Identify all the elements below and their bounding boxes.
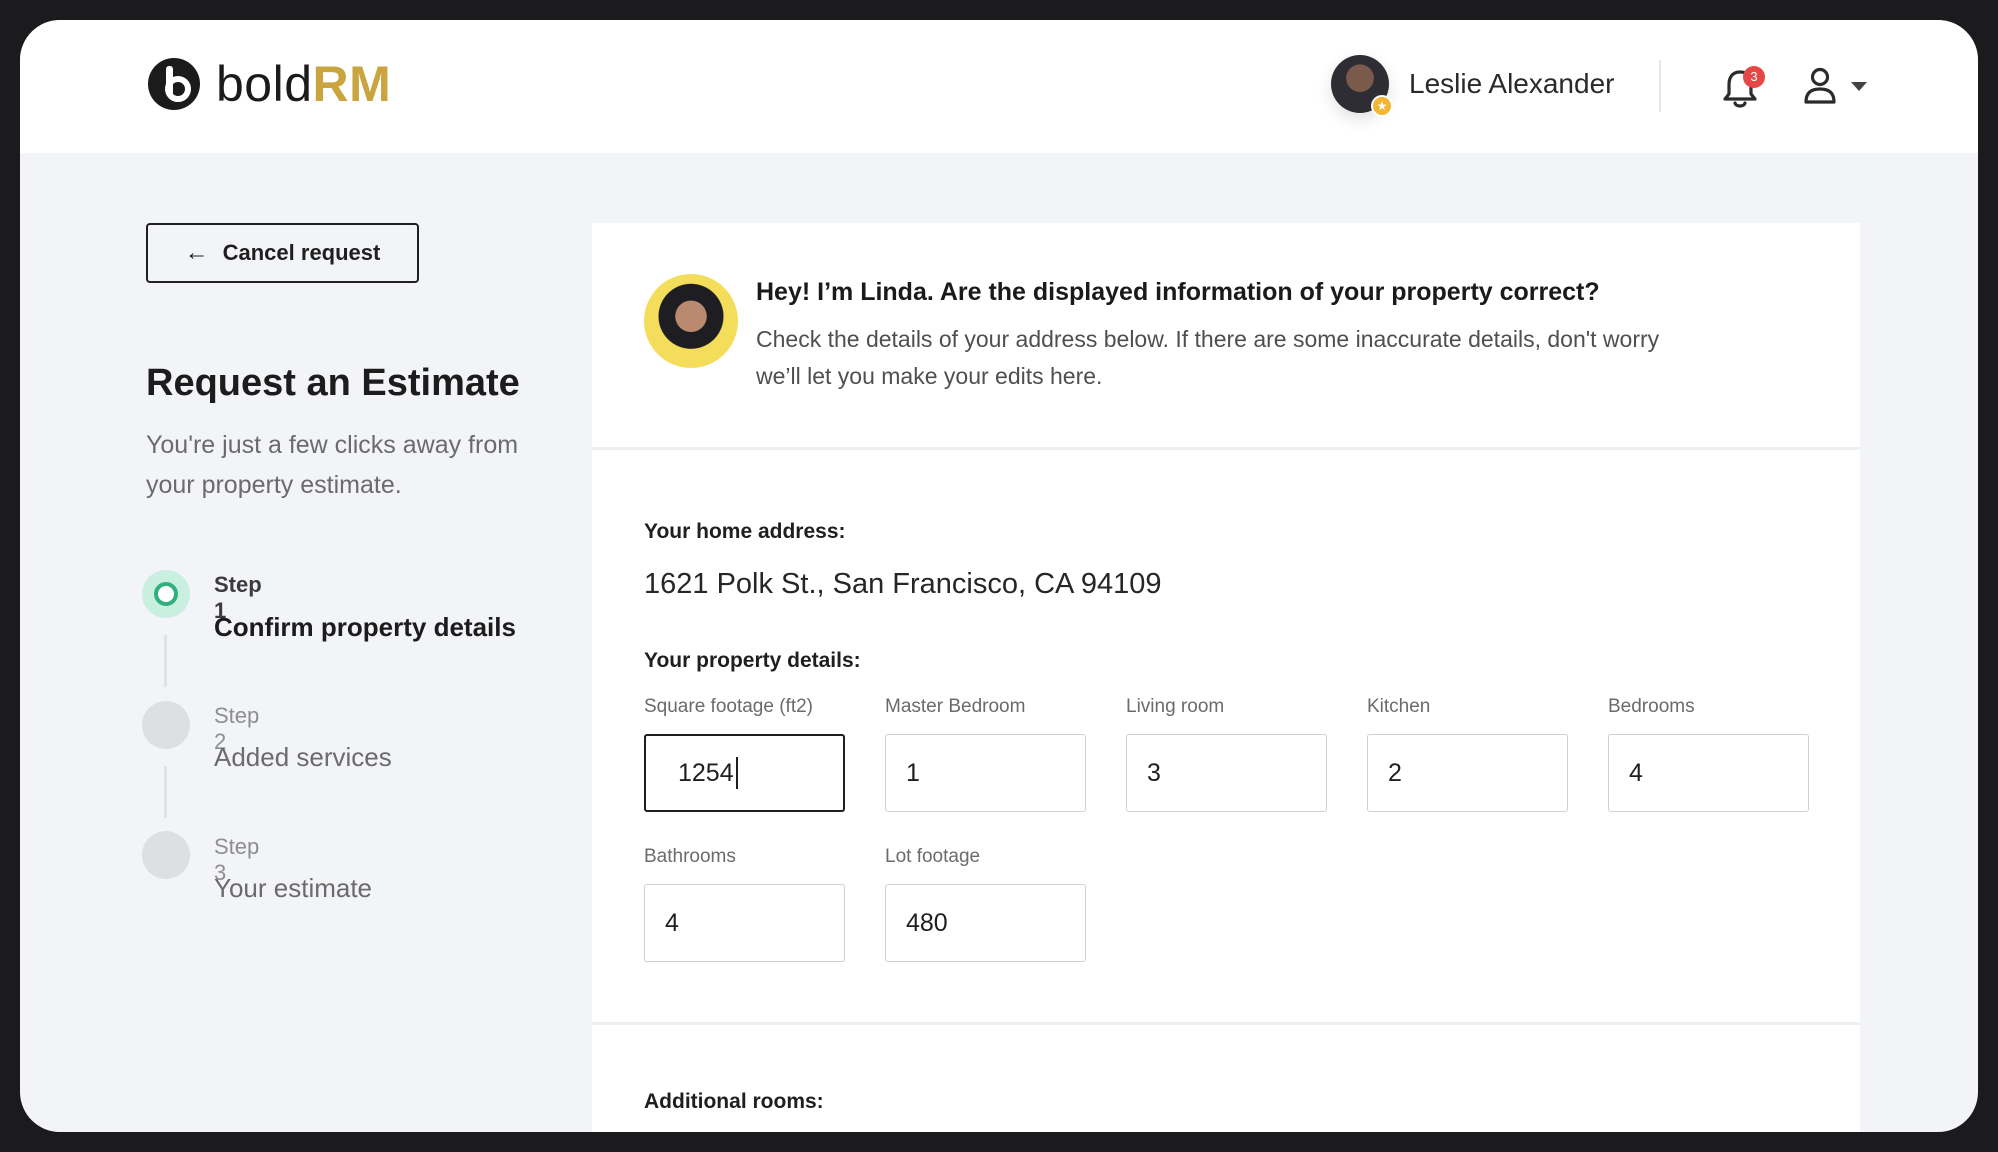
brand-name-accent: RM xyxy=(312,56,392,112)
step-2-title: Added services xyxy=(214,742,392,772)
user-icon[interactable] xyxy=(1802,66,1838,106)
bedrooms-input[interactable]: 4 xyxy=(1608,734,1809,812)
bathrooms-value: 4 xyxy=(665,908,679,937)
brand-logo[interactable]: boldRM xyxy=(146,55,391,113)
living-room-input[interactable]: 3 xyxy=(1126,734,1327,812)
brand-name: boldRM xyxy=(216,55,391,113)
logo-mark-icon xyxy=(148,58,200,110)
step-connector xyxy=(164,766,167,818)
chevron-down-icon[interactable] xyxy=(1851,82,1867,91)
bedrooms-value: 4 xyxy=(1629,758,1643,787)
step-1-title: Confirm property details xyxy=(214,612,516,642)
step-connector xyxy=(164,635,167,687)
property-card: Hey! I’m Linda. Are the displayed inform… xyxy=(592,223,1860,1132)
lot-footage-input[interactable]: 480 xyxy=(885,884,1086,962)
page-subtitle: You're just a few clicks away from your … xyxy=(146,431,519,499)
field-label-bathrooms: Bathrooms xyxy=(644,846,736,867)
assistant-message-title: Hey! I’m Linda. Are the displayed inform… xyxy=(756,278,1600,306)
square-footage-value: 1254 xyxy=(678,758,734,787)
cancel-request-label: Cancel request xyxy=(222,240,381,265)
field-label-kitchen: Kitchen xyxy=(1367,696,1431,717)
field-label-square-footage: Square footage (ft2) xyxy=(644,696,813,717)
master-bedroom-value: 1 xyxy=(906,758,920,787)
step-3-title: Your estimate xyxy=(214,873,373,903)
master-bedroom-input[interactable]: 1 xyxy=(885,734,1086,812)
avatar[interactable]: ★ xyxy=(1331,55,1393,117)
bathrooms-input[interactable]: 4 xyxy=(644,884,845,962)
header-divider xyxy=(1659,60,1661,112)
field-label-living-room: Living room xyxy=(1126,696,1225,717)
page-title: Request an Estimate xyxy=(146,362,520,404)
assistant-avatar xyxy=(644,274,738,368)
top-header: boldRM ★ Leslie Alexander 3 xyxy=(20,20,1978,153)
home-address: 1621 Polk St., San Francisco, CA 94109 xyxy=(644,568,1162,600)
lot-footage-value: 480 xyxy=(906,908,948,937)
address-label: Your home address: xyxy=(644,520,846,543)
field-label-master-bedroom: Master Bedroom xyxy=(885,696,1026,717)
user-menu[interactable]: ★ Leslie Alexander xyxy=(1331,55,1615,117)
text-cursor xyxy=(735,757,738,789)
square-footage-input[interactable]: 1254 xyxy=(644,734,845,812)
step-1-indicator xyxy=(142,570,190,618)
assistant-message: Hey! I’m Linda. Are the displayed inform… xyxy=(592,223,1860,450)
section-divider xyxy=(592,1022,1860,1025)
additional-rooms-label: Additional rooms: xyxy=(644,1090,824,1113)
step-3-indicator xyxy=(142,831,190,879)
field-label-bedrooms: Bedrooms xyxy=(1608,696,1695,717)
kitchen-input[interactable]: 2 xyxy=(1367,734,1568,812)
star-badge-icon: ★ xyxy=(1371,95,1393,117)
app-window: boldRM ★ Leslie Alexander 3 ← Cancel req… xyxy=(20,20,1978,1132)
assistant-message-body: Check the details of your address below.… xyxy=(756,326,1660,389)
field-label-lot-footage: Lot footage xyxy=(885,846,981,867)
notification-badge: 3 xyxy=(1743,66,1765,88)
property-details-label: Your property details: xyxy=(644,649,861,672)
brand-name-main: bold xyxy=(216,56,313,112)
step-2-indicator xyxy=(142,701,190,749)
arrow-left-icon: ← xyxy=(184,239,209,266)
living-room-value: 3 xyxy=(1147,758,1161,787)
cancel-request-button[interactable]: ← Cancel request xyxy=(146,223,419,283)
user-name: Leslie Alexander xyxy=(1409,68,1615,99)
kitchen-value: 2 xyxy=(1388,758,1402,787)
